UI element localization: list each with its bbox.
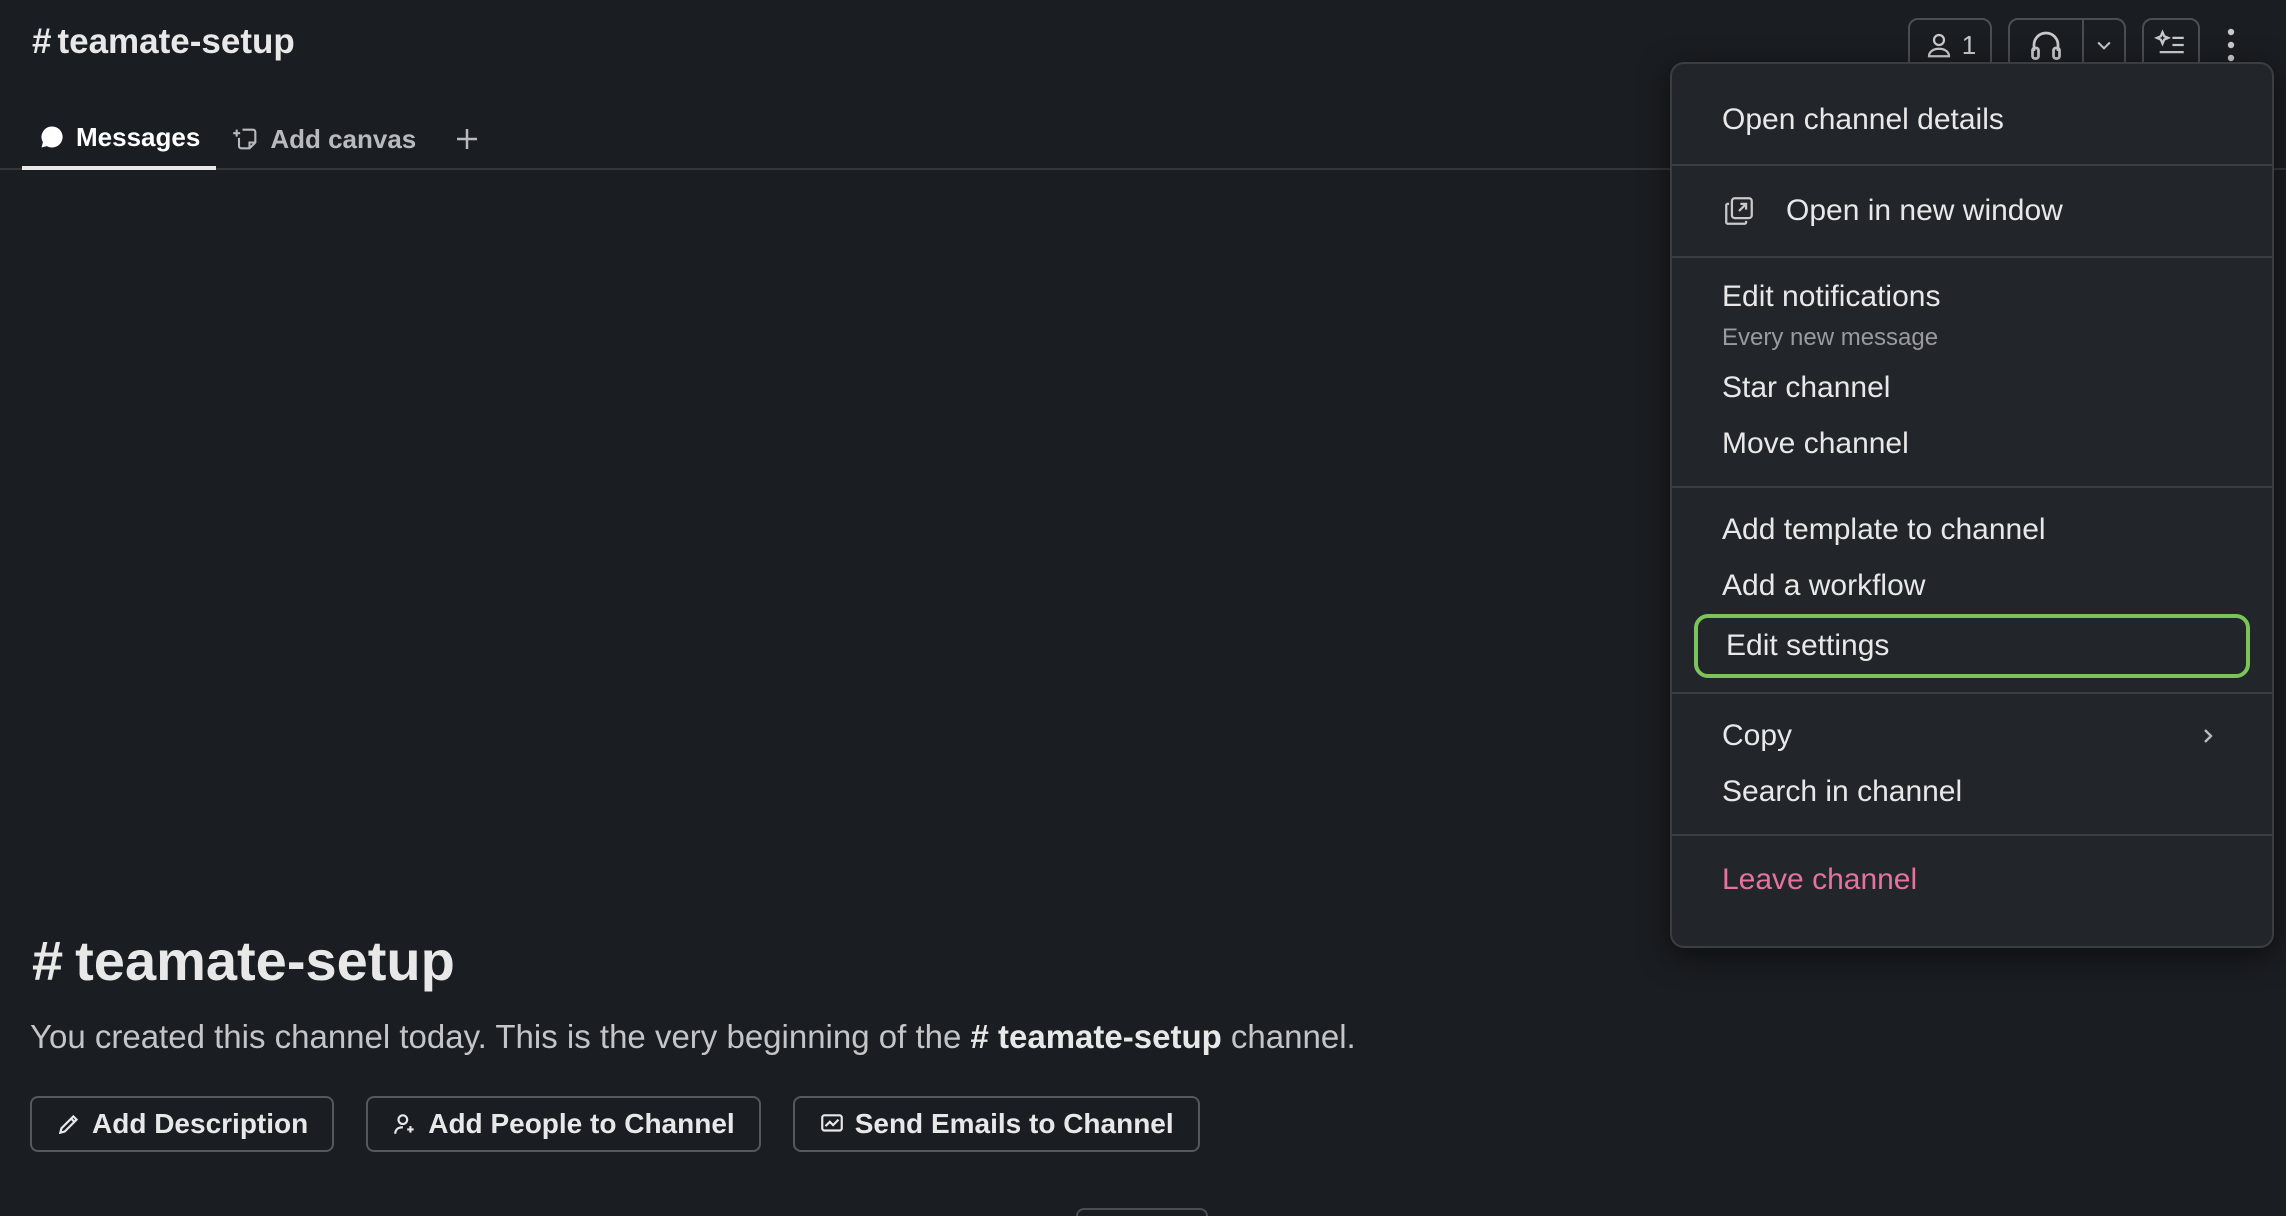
- send-emails-button[interactable]: Send Emails to Channel: [792, 1096, 1200, 1152]
- intro-channel-mention[interactable]: # teamate-setup: [971, 1018, 1222, 1055]
- tab-messages[interactable]: Messages: [22, 108, 217, 170]
- intro-description: You created this channel today. This is …: [30, 1018, 1356, 1056]
- add-people-label: Add People to Channel: [428, 1108, 735, 1139]
- message-bubble-icon: [38, 123, 66, 151]
- menu-item-label: Search in channel: [1722, 775, 1963, 808]
- menu-item-label: Copy: [1722, 719, 1793, 752]
- add-people-button[interactable]: Add People to Channel: [366, 1096, 761, 1152]
- sparkle-list-icon: [2154, 28, 2188, 62]
- menu-group-window: Open in new window: [1672, 166, 2272, 256]
- menu-item-add-workflow[interactable]: Add a workflow: [1672, 558, 2272, 614]
- intro-text-before: You created this channel today. This is …: [30, 1018, 971, 1055]
- menu-item-label: Star channel: [1722, 371, 1891, 404]
- canvas-icon: [232, 125, 260, 153]
- menu-item-label: Add template to channel: [1722, 513, 2046, 546]
- send-emails-label: Send Emails to Channel: [854, 1108, 1174, 1139]
- add-description-button[interactable]: Add Description: [30, 1096, 335, 1152]
- menu-group-leave: Leave channel: [1672, 836, 2272, 924]
- intro-channel-title: # teamate-setup: [32, 928, 455, 993]
- intro-hash-icon: #: [32, 929, 64, 992]
- menu-item-open-details[interactable]: Open channel details: [1672, 92, 2272, 148]
- person-icon: [1924, 30, 1954, 60]
- menu-item-move-channel[interactable]: Move channel: [1672, 416, 2272, 472]
- tab-add-canvas-label: Add canvas: [270, 123, 417, 154]
- menu-item-edit-notifications[interactable]: Edit notifications Every new message: [1672, 272, 2272, 360]
- channel-hash-icon: #: [32, 22, 52, 61]
- intro-channel-name: teamate-setup: [75, 929, 455, 992]
- menu-group-channel: Edit notifications Every new message Sta…: [1672, 258, 2272, 486]
- add-person-icon: [392, 1111, 418, 1137]
- menu-group-details: Open channel details: [1672, 92, 2272, 148]
- menu-item-open-new-window[interactable]: Open in new window: [1672, 184, 2272, 238]
- notifications-setting-value: Every new message: [1722, 324, 1939, 351]
- intro-actions: Add Description Add People to Channel Se…: [30, 1096, 1200, 1152]
- menu-group-workflow: Add template to channel Add a workflow E…: [1672, 488, 2272, 692]
- pencil-icon: [56, 1111, 82, 1137]
- menu-item-leave-channel[interactable]: Leave channel: [1672, 852, 2272, 908]
- email-icon: [819, 1111, 845, 1137]
- tab-messages-label: Messages: [76, 121, 201, 152]
- channel-options-menu: Open channel details Open in new window …: [1670, 62, 2274, 948]
- members-count: 1: [1961, 29, 1977, 60]
- menu-group-copy: Copy Search in channel: [1672, 694, 2272, 834]
- menu-item-add-template[interactable]: Add template to channel: [1672, 502, 2272, 558]
- add-description-label: Add Description: [92, 1108, 309, 1139]
- channel-title[interactable]: # teamate-setup: [32, 22, 295, 62]
- menu-item-search-in-channel[interactable]: Search in channel: [1672, 764, 2272, 820]
- scroll-indicator[interactable]: [1076, 1208, 1208, 1216]
- chevron-right-icon: [2200, 726, 2216, 746]
- menu-item-label: Leave channel: [1722, 863, 1918, 896]
- channel-tabs: Messages Add canvas: [22, 108, 502, 170]
- plus-icon: [452, 124, 482, 154]
- menu-item-label: Add a workflow: [1722, 569, 1926, 602]
- menu-item-copy[interactable]: Copy: [1672, 708, 2272, 764]
- menu-item-label: Move channel: [1722, 427, 1909, 460]
- menu-item-label: Edit notifications: [1722, 280, 1941, 313]
- add-tab-button[interactable]: [432, 108, 502, 170]
- new-window-icon: [1722, 194, 1756, 228]
- menu-item-label: Open channel details: [1722, 103, 2004, 136]
- menu-item-label: Open in new window: [1786, 194, 2063, 227]
- menu-item-edit-settings[interactable]: Edit settings: [1694, 614, 2250, 678]
- channel-name: teamate-setup: [57, 22, 295, 61]
- tab-add-canvas[interactable]: Add canvas: [216, 108, 432, 170]
- intro-text-after: channel.: [1221, 1018, 1356, 1055]
- menu-item-label: Edit settings: [1726, 629, 1890, 662]
- menu-item-star-channel[interactable]: Star channel: [1672, 360, 2272, 416]
